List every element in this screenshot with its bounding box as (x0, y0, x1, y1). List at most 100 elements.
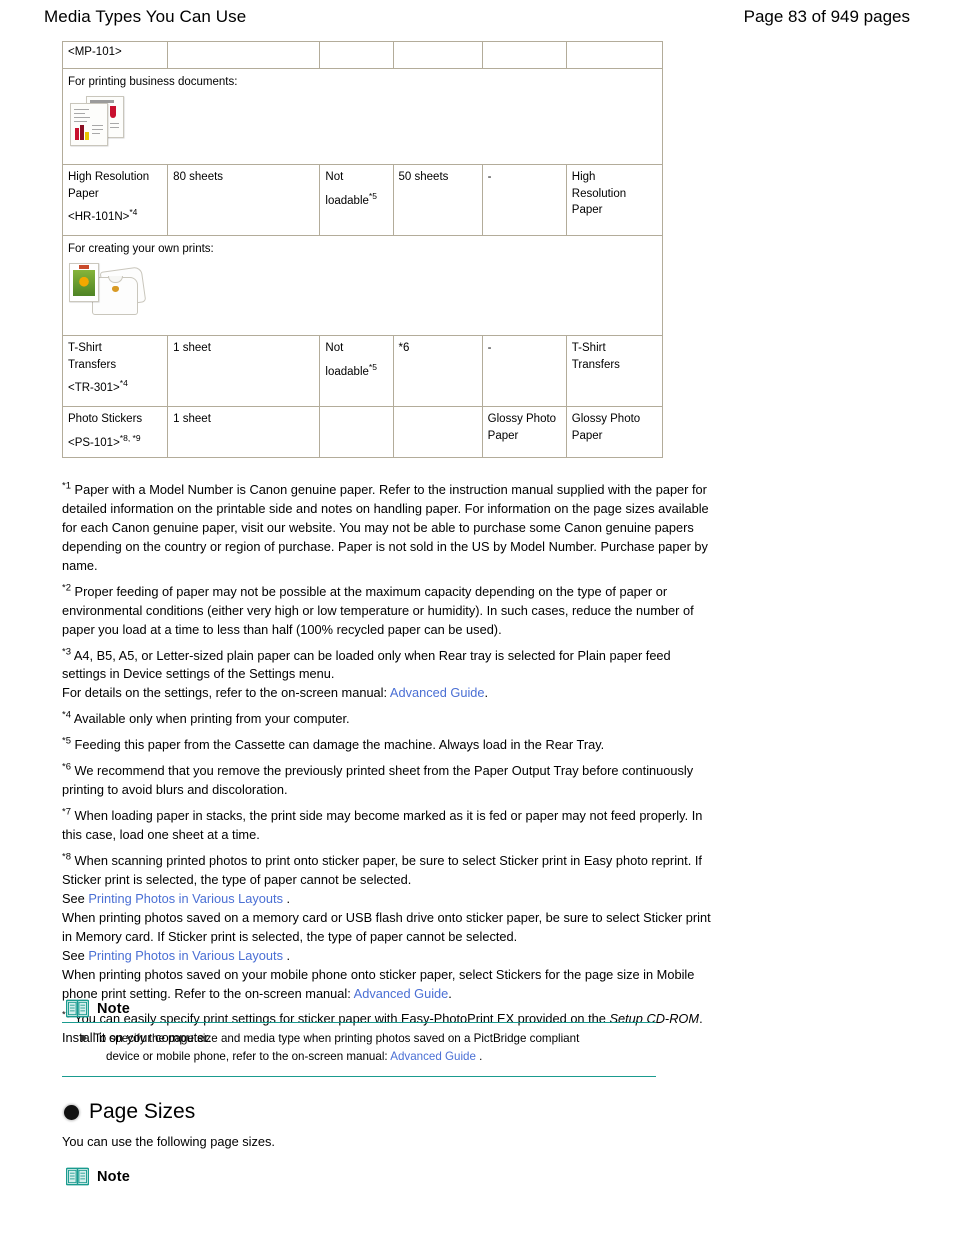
photo-print-card (69, 262, 99, 302)
see-suffix: . (283, 890, 291, 906)
cell-driver-media-type: Glossy Photo Paper (481, 406, 567, 458)
see-label: See (62, 947, 89, 963)
footnote-ref: *4 (119, 378, 128, 389)
description-label: For creating your own prints: (68, 243, 214, 255)
note-header: Note (62, 999, 656, 1018)
footnote-3-line2: For details on the settings, refer to th… (62, 684, 718, 703)
footnote-7: *7 When loading paper in stacks, the pri… (62, 807, 718, 845)
cell-media-name: Photo Stickers <PS-101>*8, *9 (61, 406, 169, 458)
cell-cassette (319, 41, 394, 69)
lcd-media-line2: Resolution (571, 187, 627, 200)
media-types-table: <MP-101> For printing business documents… (61, 41, 664, 458)
footnote-text: A4, B5, A5, or Letter-sized plain paper … (62, 647, 671, 682)
tshirt-transfer-thumbnail-icon (68, 262, 150, 315)
footnote-text: When scanning printed photos to print on… (62, 852, 702, 887)
cell-description-business: For printing business documents: (62, 68, 663, 165)
footnote-text: When loading paper in stacks, the print … (62, 808, 703, 842)
cell-output-tray (392, 41, 483, 69)
footnote-marker: *4 (62, 710, 71, 722)
media-name-line2: Transfers (68, 358, 117, 371)
note-list-item: To specify the page size and media type … (80, 1030, 656, 1066)
lcd-media-line1: High (571, 171, 596, 183)
table-row: Photo Stickers <PS-101>*8, *9 1 sheet Gl… (61, 406, 664, 458)
cell-output-tray: 50 sheets (392, 164, 483, 236)
page-sizes-heading: Page Sizes (64, 1100, 195, 1124)
media-name-line1: High Resolution (68, 171, 150, 183)
footnote-ref: *5 (368, 190, 377, 201)
note-box-1: Note To specify the page size and media … (62, 999, 656, 1077)
footnote-8-text2: When printing photos saved on a memory c… (62, 909, 718, 947)
cell-media-name: <MP-101> (61, 41, 169, 69)
page-header: Media Types You Can Use Page 83 of 949 p… (0, 0, 954, 34)
lcd-media-line1: T-Shirt (571, 342, 606, 354)
footnote-marker: *2 (62, 582, 71, 594)
cell-cassette (319, 406, 394, 458)
see-label: See (62, 890, 89, 906)
driver-media-line2: Paper (487, 429, 519, 442)
footnote-ref: *4 (129, 207, 138, 218)
description-label: For printing business documents: (68, 76, 238, 88)
footnote-text: Available only when printing from your c… (70, 711, 350, 727)
note-text-suffix: . (475, 1049, 483, 1063)
cell-cassette: Not loadable*5 (319, 164, 394, 236)
footnote-ref: *5 (368, 361, 377, 372)
cell-lcd-media-type: T-Shirt Transfers (565, 335, 664, 407)
footnote-text: When printing photos saved on a memory c… (62, 909, 711, 944)
footnote-3: *3 A4, B5, A5, or Letter-sized plain pap… (62, 647, 718, 685)
document-page: Media Types You Can Use Page 83 of 949 p… (0, 0, 954, 1235)
cell-rear-tray: 1 sheet (167, 335, 321, 407)
note-header: Note (62, 1167, 656, 1186)
footnote-8: *8 When scanning printed photos to print… (62, 852, 718, 890)
note-content: To specify the page size and media type … (62, 1023, 656, 1072)
footnote-text-suffix: . (484, 685, 489, 701)
thumbnail-wrap (68, 95, 657, 146)
model-number-wrap: <HR-101N>*4 (68, 207, 162, 226)
note-label: Note (97, 1168, 131, 1185)
cell-media-name: High Resolution Paper <HR-101N>*4 (61, 164, 169, 236)
advanced-guide-link[interactable]: Advanced Guide (390, 685, 485, 700)
footnote-8-see-2: See Printing Photos in Various Layouts . (62, 947, 718, 966)
driver-media-line1: Glossy Photo (487, 413, 557, 425)
table-row-description: For creating your own prints: (62, 235, 663, 336)
cell-driver-media-type: - (481, 164, 567, 236)
cell-rear-tray: 1 sheet (167, 406, 321, 458)
section-title: Page Sizes (89, 1100, 196, 1123)
footnote-marker: *3 (62, 646, 71, 658)
table-row: <MP-101> (61, 41, 664, 69)
footnote-text: Proper feeding of paper may not be possi… (62, 583, 694, 637)
note-box-2: Note (62, 1167, 656, 1186)
lcd-media-line2: Paper (571, 429, 603, 442)
model-number: <PS-101> (68, 436, 120, 449)
cell-cassette: Not loadable*5 (319, 335, 394, 407)
note-book-icon (66, 999, 89, 1018)
note-text-line2: device or mobile phone, refer to the on-… (94, 1048, 656, 1066)
footnote-text: Paper with a Model Number is Canon genui… (62, 482, 709, 573)
footnote-marker: *7 (62, 806, 71, 818)
cell-output-tray (392, 406, 483, 458)
table-row: T-Shirt Transfers <TR-301>*4 1 sheet Not… (61, 335, 664, 407)
cell-description-own-prints: For creating your own prints: (62, 235, 663, 336)
model-number-wrap: <TR-301>*4 (68, 378, 162, 397)
printing-photos-layouts-link[interactable]: Printing Photos in Various Layouts (88, 891, 283, 906)
document-sheet-front (70, 102, 108, 146)
cassette-line1: Not (325, 342, 344, 354)
bullet-icon (80, 1035, 86, 1041)
printing-photos-layouts-link-2[interactable]: Printing Photos in Various Layouts (88, 948, 283, 963)
footnote-text: Feeding this paper from the Cassette can… (70, 737, 605, 753)
photo-card-tab (79, 264, 89, 269)
business-document-thumbnail-icon (68, 95, 126, 146)
model-number-wrap: <PS-101>*8, *9 (68, 434, 162, 452)
footnotes-section: *1 Paper with a Model Number is Canon ge… (62, 481, 718, 1055)
cell-output-tray: *6 (392, 335, 483, 407)
footnote-8-see-1: See Printing Photos in Various Layouts . (62, 890, 718, 909)
footnote-marker: *1 (62, 480, 71, 492)
cell-lcd-media-type: Glossy Photo Paper (565, 406, 664, 458)
advanced-guide-link-3[interactable]: Advanced Guide (390, 1050, 476, 1063)
footnote-text: For details on the settings, refer to th… (62, 685, 390, 701)
model-number: <TR-301> (68, 382, 120, 395)
tshirt-graphic (112, 285, 119, 292)
cassette-line2-wrap: loadable*5 (325, 361, 387, 381)
lcd-media-line1: Glossy Photo (571, 413, 641, 425)
cassette-line2: loadable (325, 365, 369, 378)
cell-rear-tray: 80 sheets (167, 164, 321, 236)
